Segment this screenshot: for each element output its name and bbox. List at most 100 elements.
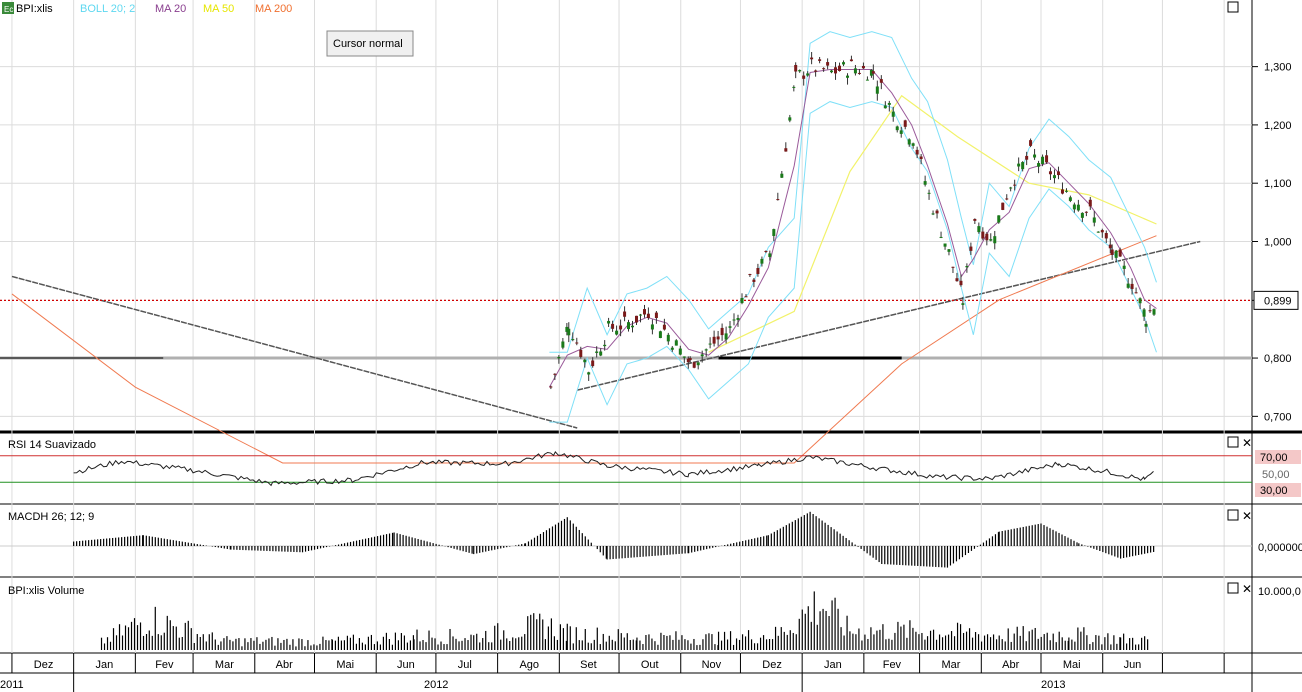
month-label: Fev xyxy=(883,659,902,671)
candle-body xyxy=(810,57,814,60)
candle-body xyxy=(1001,202,1005,210)
legend-boll[interactable]: BOLL 20; 2 xyxy=(80,3,135,15)
volume-title[interactable]: BPI:xlis Volume xyxy=(8,585,84,597)
price-tick-label: 0,800 xyxy=(1264,353,1292,365)
candle-body xyxy=(1041,156,1045,164)
candle-body xyxy=(591,360,595,367)
month-label: Jan xyxy=(824,659,842,671)
candle-body xyxy=(768,253,772,258)
candle-body xyxy=(1126,283,1130,288)
candle-body xyxy=(579,349,583,357)
candle-body xyxy=(567,328,571,336)
candle-body xyxy=(599,351,603,356)
candle-body xyxy=(955,278,959,282)
candle-body xyxy=(1152,309,1156,315)
candle-body xyxy=(674,340,678,346)
tooltip-text: Cursor normal xyxy=(333,38,403,50)
candle-body xyxy=(849,59,853,62)
candle-body xyxy=(959,280,963,286)
legend-ma20[interactable]: MA 20 xyxy=(155,3,186,15)
candle-body xyxy=(879,79,883,83)
month-label: Dez xyxy=(762,659,782,671)
macd-close-icon[interactable]: ✕ xyxy=(1242,509,1252,523)
candle-body xyxy=(760,258,764,264)
candle-body xyxy=(883,105,887,109)
candle-body xyxy=(1114,250,1118,258)
candle-body xyxy=(611,323,615,329)
candle-body xyxy=(871,71,875,74)
candle-body xyxy=(1068,197,1072,201)
candle-body xyxy=(1052,175,1056,179)
cursor-tooltip: Cursor normal xyxy=(326,30,414,57)
candle-body xyxy=(935,210,939,214)
candle-body xyxy=(822,68,826,70)
candle-body xyxy=(857,72,861,74)
panel-frame xyxy=(0,0,1302,692)
candle-body xyxy=(969,246,973,251)
symbol-label[interactable]: BPI:xlis xyxy=(16,3,53,15)
candle-body xyxy=(1092,217,1096,223)
candle-body xyxy=(1017,163,1021,167)
rsi-title[interactable]: RSI 14 Suavizado xyxy=(8,439,96,451)
candle-body xyxy=(802,75,806,79)
candle-body xyxy=(1096,231,1100,233)
candle-body xyxy=(748,274,752,276)
candle-body xyxy=(818,59,822,61)
candle-body xyxy=(794,64,798,72)
candle-body xyxy=(834,67,838,74)
candle-body xyxy=(728,326,732,328)
candle-body xyxy=(553,373,557,375)
volume-close-icon[interactable]: ✕ xyxy=(1242,582,1252,596)
candle-body xyxy=(1138,298,1142,304)
volume-top-label: 10.000,0 xyxy=(1258,586,1301,598)
candle-body xyxy=(842,62,846,65)
candle-body xyxy=(1118,249,1122,257)
month-label: Set xyxy=(580,659,597,671)
candle-body xyxy=(619,325,623,330)
rsi-mid-label: 50,00 xyxy=(1262,469,1290,481)
candle-body xyxy=(626,322,630,330)
candle-body xyxy=(1013,184,1017,186)
candle-body xyxy=(650,324,654,330)
candle-body xyxy=(1005,198,1009,200)
candle-body xyxy=(607,320,611,324)
candle-body xyxy=(1064,190,1068,192)
month-label: Dez xyxy=(34,659,54,671)
candle-body xyxy=(623,311,627,317)
candle-body xyxy=(788,117,792,121)
candle-body xyxy=(654,312,658,318)
price-tick-label: 0,700 xyxy=(1264,411,1292,423)
candle-body xyxy=(951,266,955,268)
candle-body xyxy=(720,327,724,336)
rsi-close-icon[interactable]: ✕ xyxy=(1242,436,1252,450)
candle-body xyxy=(662,324,666,330)
candle-body xyxy=(696,362,700,366)
legend-ma50[interactable]: MA 50 xyxy=(203,3,234,15)
candle-body xyxy=(1134,292,1138,294)
month-label: Mar xyxy=(941,659,960,671)
candle-body xyxy=(931,213,935,215)
chart-canvas[interactable]: 0,700 0,800 0,899 1,000 1,100 1,200 1,300 Dez J… xyxy=(0,0,1302,692)
month-label: Jun xyxy=(1124,659,1142,671)
month-label: Jan xyxy=(95,659,113,671)
candle-body xyxy=(638,314,642,316)
candle-body xyxy=(557,357,561,359)
candle-body xyxy=(646,313,650,318)
candle-body xyxy=(1144,323,1148,327)
macd-zero-label: 0,000000 xyxy=(1258,542,1302,554)
candle-body xyxy=(682,356,686,358)
candle-body xyxy=(603,344,607,347)
candle-body xyxy=(997,215,1001,223)
candle-body xyxy=(744,296,748,298)
month-label: Fev xyxy=(155,659,174,671)
candle-body xyxy=(993,236,997,244)
price-tick-label: 1,300 xyxy=(1264,62,1292,74)
macd-title[interactable]: MACDH 26; 12; 9 xyxy=(8,511,94,523)
legend-ma200[interactable]: MA 200 xyxy=(255,3,292,15)
candle-body xyxy=(1060,189,1064,194)
candle-body xyxy=(792,86,796,88)
candle-body xyxy=(549,386,553,388)
candle-body xyxy=(704,349,708,351)
candle-body xyxy=(907,139,911,145)
candle-body xyxy=(895,126,899,131)
